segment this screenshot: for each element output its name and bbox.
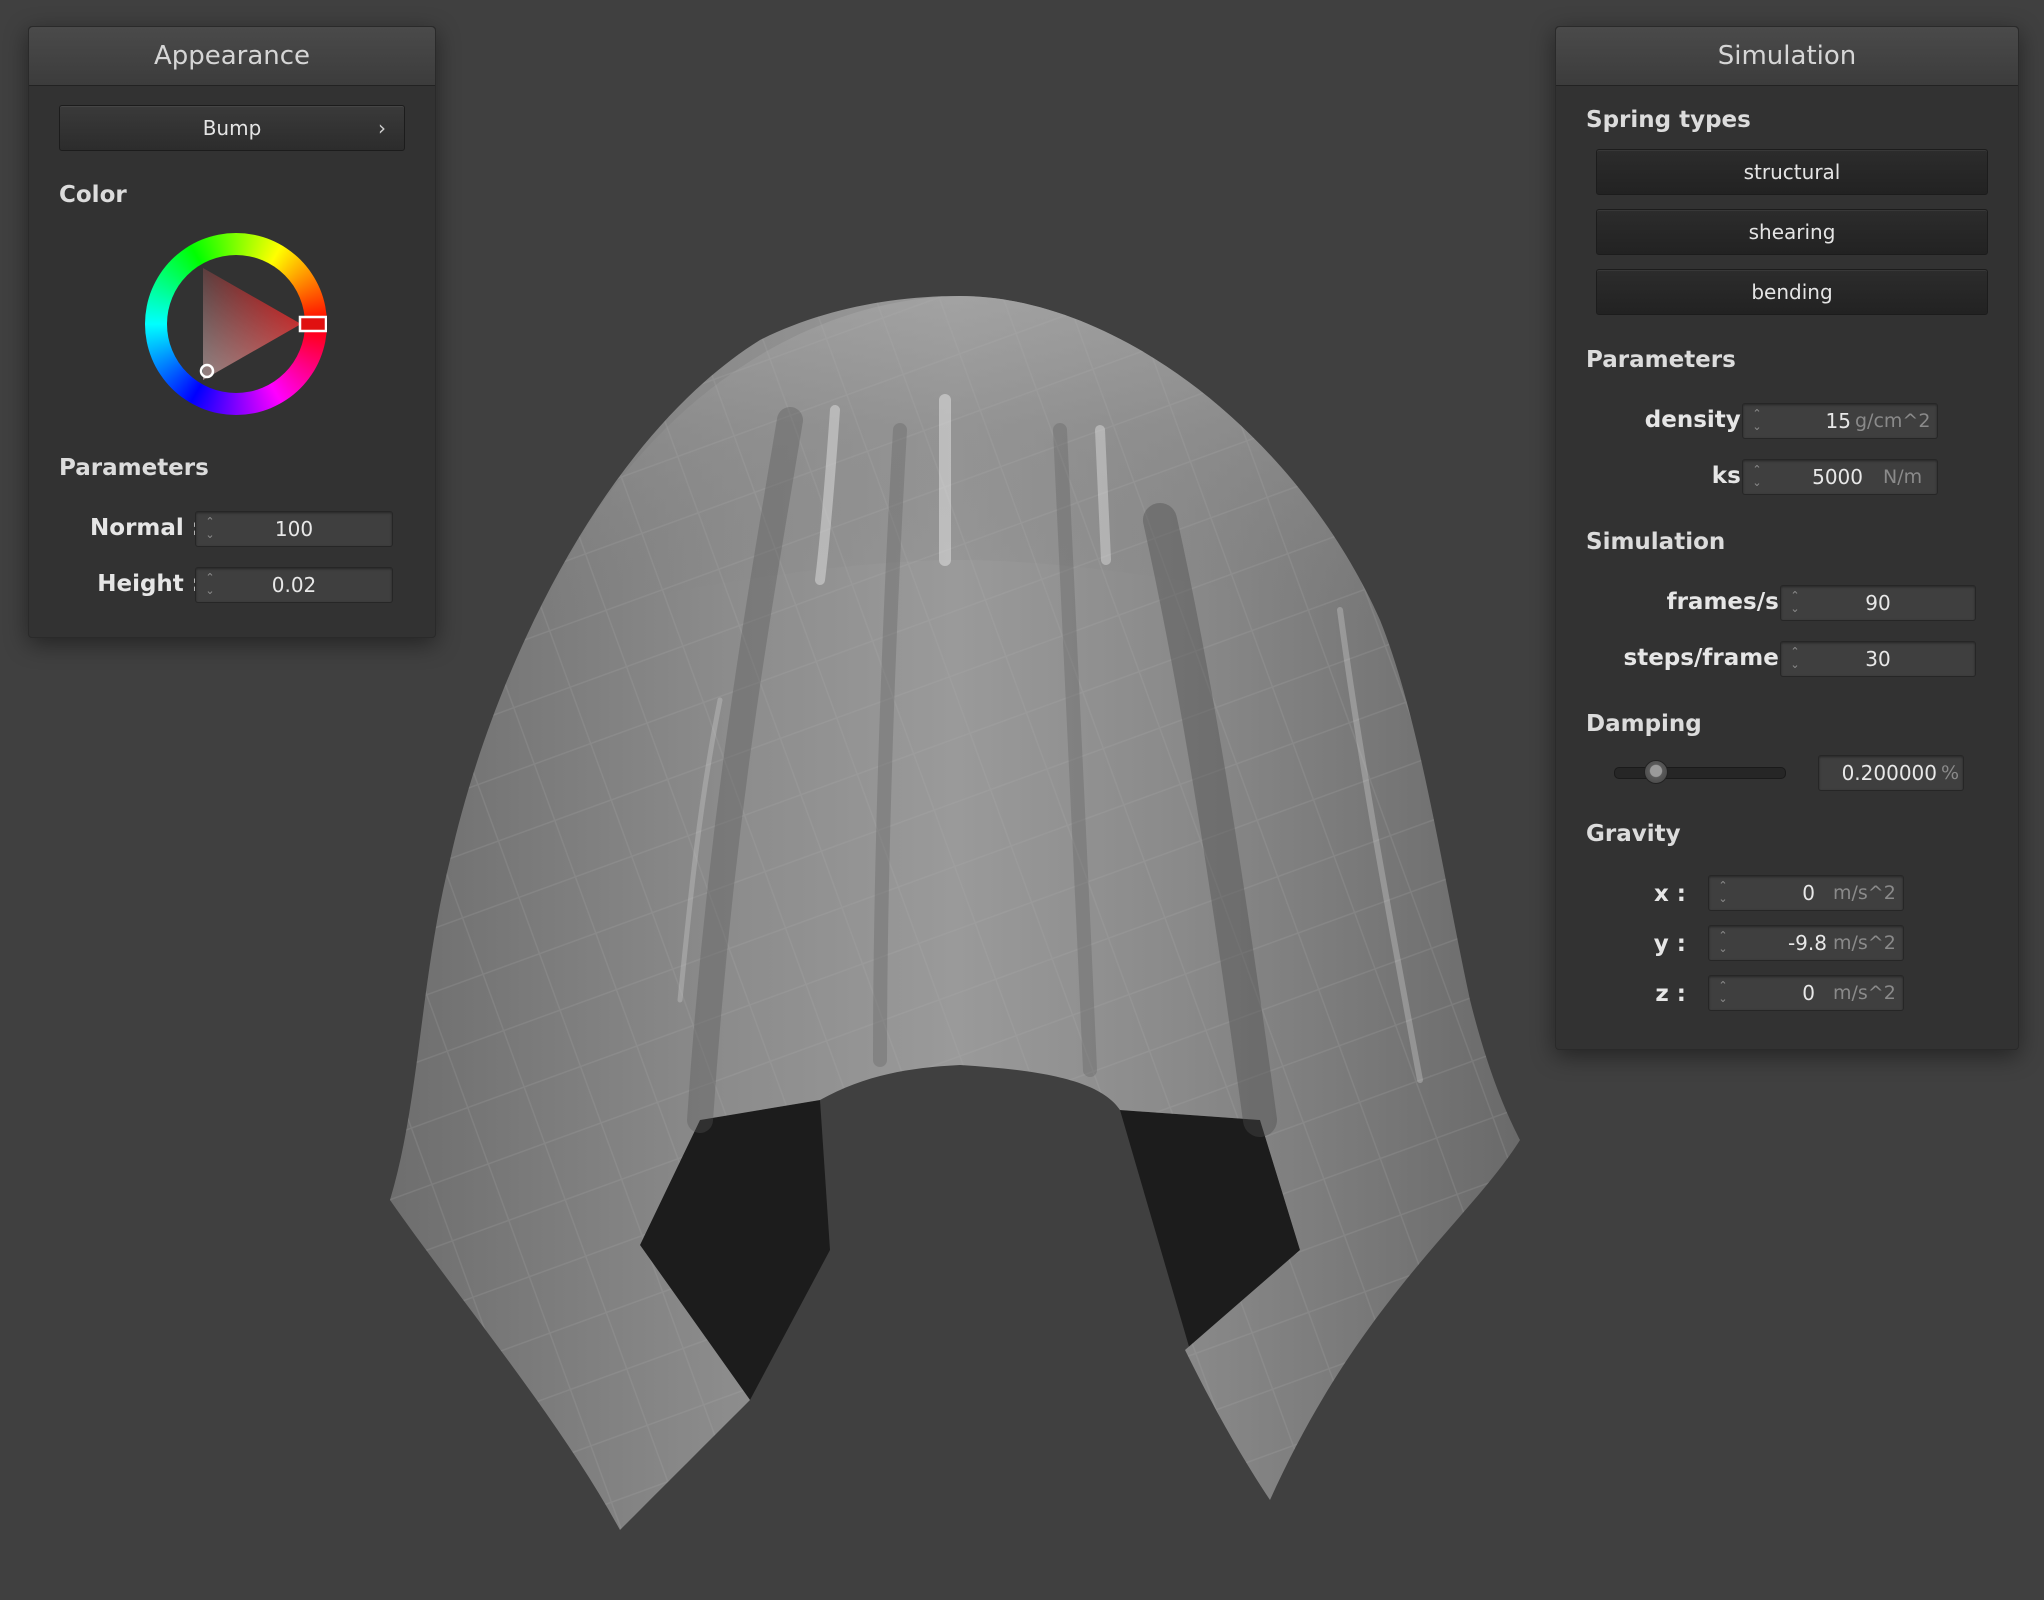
gravity-y-unit: m/s^2	[1833, 932, 1896, 954]
damping-slider-handle[interactable]	[1643, 760, 1668, 784]
simulation-panel: Simulation Spring types structural shear…	[1555, 26, 2019, 1050]
gravity-y-value: -9.8	[1787, 931, 1827, 955]
height-value: 0.02	[271, 573, 317, 597]
ks-label: ks :	[1711, 463, 1758, 489]
spin-arrows-icon[interactable]: ⌃ ⌄	[1717, 979, 1729, 1007]
gravity-label: Gravity	[1586, 821, 1681, 847]
shearing-button[interactable]: shearing	[1596, 209, 1988, 255]
height-spinbox[interactable]: ⌃ ⌄ 0.02	[195, 567, 393, 603]
bending-button[interactable]: bending	[1596, 269, 1988, 315]
spring-types-label: Spring types	[1586, 107, 1751, 133]
gravity-y-spinbox[interactable]: ⌃ ⌄ -9.8 m/s^2	[1708, 925, 1904, 961]
bump-mode-label: Bump	[202, 116, 262, 140]
damping-field[interactable]: 0.200000 %	[1818, 755, 1964, 791]
density-unit: g/cm^2	[1855, 410, 1931, 432]
simulation-parameters-label: Parameters	[1586, 347, 1736, 373]
gravity-z-unit: m/s^2	[1833, 982, 1896, 1004]
normal-label: Normal :	[90, 515, 201, 541]
ks-unit: N/m	[1883, 466, 1923, 488]
normal-spinbox[interactable]: ⌃ ⌄ 100	[195, 511, 393, 547]
bending-label: bending	[1751, 280, 1833, 304]
damping-unit: %	[1941, 762, 1960, 784]
frames-per-s-label: frames/s :	[1666, 589, 1796, 615]
color-wheel[interactable]	[145, 233, 327, 415]
height-label: Height :	[97, 571, 201, 597]
spin-arrows-icon[interactable]: ⌃ ⌄	[1717, 879, 1729, 907]
gravity-x-unit: m/s^2	[1833, 882, 1896, 904]
structural-button[interactable]: structural	[1596, 149, 1988, 195]
gravity-y-label: y :	[1653, 931, 1686, 957]
structural-label: structural	[1743, 160, 1841, 184]
normal-value: 100	[274, 517, 314, 541]
color-triangle[interactable]	[145, 233, 327, 415]
gravity-z-label: z :	[1655, 981, 1686, 1007]
shearing-label: shearing	[1748, 220, 1836, 244]
simulation-section-label: Simulation	[1586, 529, 1726, 555]
density-spinbox[interactable]: ⌃ ⌄ 15 g/cm^2	[1742, 403, 1938, 439]
bump-mode-button[interactable]: Bump ›	[59, 105, 405, 151]
gravity-x-label: x :	[1653, 881, 1686, 907]
damping-label: Damping	[1586, 711, 1702, 737]
damping-slider[interactable]	[1614, 767, 1786, 779]
steps-per-frame-value: 30	[1865, 647, 1891, 671]
spin-arrows-icon[interactable]: ⌃ ⌄	[1717, 929, 1729, 957]
appearance-panel: Appearance Bump › Color Parameters Norma…	[28, 26, 436, 638]
gravity-x-value: 0	[1802, 881, 1815, 905]
spin-arrows-icon[interactable]: ⌃ ⌄	[1751, 407, 1763, 435]
color-label: Color	[59, 182, 127, 208]
gravity-z-spinbox[interactable]: ⌃ ⌄ 0 m/s^2	[1708, 975, 1904, 1011]
ks-value: 5000	[1812, 465, 1863, 489]
density-label: density :	[1644, 407, 1758, 433]
hue-selector-handle	[298, 315, 327, 333]
gravity-x-spinbox[interactable]: ⌃ ⌄ 0 m/s^2	[1708, 875, 1904, 911]
spin-arrows-icon[interactable]: ⌃ ⌄	[1751, 463, 1763, 491]
steps-per-frame-spinbox[interactable]: ⌃ ⌄ 30	[1780, 641, 1976, 677]
frames-per-s-spinbox[interactable]: ⌃ ⌄ 90	[1780, 585, 1976, 621]
ks-spinbox[interactable]: ⌃ ⌄ 5000 N/m	[1742, 459, 1938, 495]
appearance-panel-title: Appearance	[29, 27, 435, 86]
damping-value: 0.200000	[1841, 761, 1937, 785]
frames-per-s-value: 90	[1865, 591, 1891, 615]
simulation-panel-title: Simulation	[1556, 27, 2018, 86]
chevron-right-icon: ›	[378, 116, 386, 140]
gravity-z-value: 0	[1802, 981, 1815, 1005]
steps-per-frame-label: steps/frame :	[1623, 645, 1796, 671]
density-value: 15	[1825, 409, 1851, 433]
appearance-parameters-label: Parameters	[59, 455, 209, 481]
